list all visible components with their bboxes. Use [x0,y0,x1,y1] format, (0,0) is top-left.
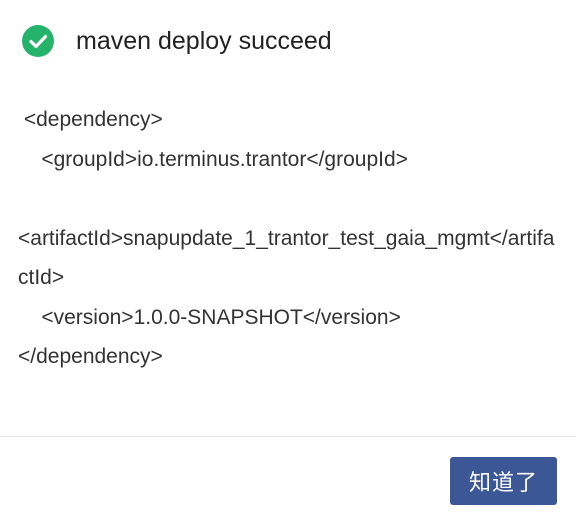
dialog-title: maven deploy succeed [76,27,332,55]
deploy-result-dialog: maven deploy succeed <dependency> <group… [0,0,576,522]
code-line: <dependency> [18,108,163,131]
code-line [18,179,558,219]
code-line: <groupId>io.terminus.trantor</groupId> [18,147,408,171]
code-line: <artifactId>snapupdate_1_trantor_test_ga… [18,226,555,290]
code-line: <version>1.0.0-SNAPSHOT</version> [18,305,401,329]
dialog-header: maven deploy succeed [22,24,332,58]
dialog-content: <dependency> <groupId>io.terminus.tranto… [18,100,558,377]
code-line: </dependency> [18,345,163,368]
check-circle-icon [22,25,54,57]
ok-button[interactable]: 知道了 [450,457,557,505]
footer-divider [0,436,576,437]
